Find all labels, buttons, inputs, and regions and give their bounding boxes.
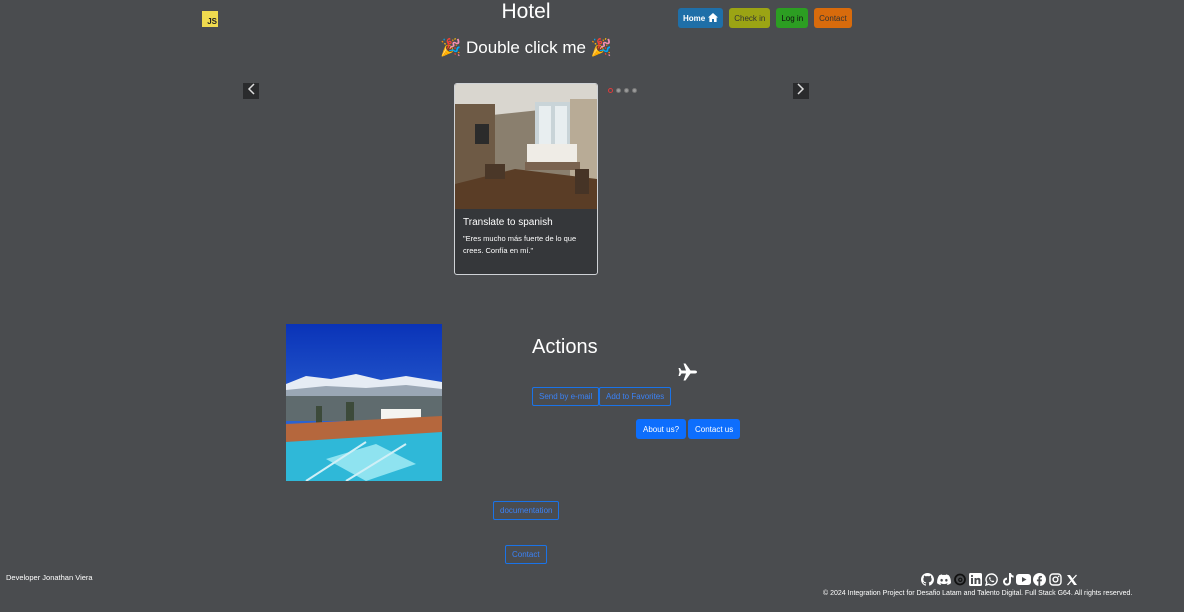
linkedin-icon[interactable] <box>968 572 983 587</box>
social-links <box>920 572 1079 587</box>
carousel-card: Translate to spanish "Eres mucho más fue… <box>454 83 598 275</box>
card-quote: "Eres mucho más fuerte de lo que crees. … <box>463 234 577 255</box>
log-in-button[interactable]: Log in <box>776 8 809 28</box>
facebook-icon[interactable] <box>1032 572 1047 587</box>
double-click-text[interactable]: 🎉 Double click me 🎉 <box>0 38 1052 58</box>
carousel-indicator[interactable] <box>608 88 613 93</box>
home-label: Home <box>683 13 706 23</box>
chevron-left-icon <box>247 82 255 100</box>
carousel-next-button[interactable] <box>793 83 809 99</box>
tiktok-icon[interactable] <box>1000 572 1015 587</box>
top-nav: Home Check in Log in Contact <box>678 8 852 28</box>
check-in-button[interactable]: Check in <box>729 8 771 28</box>
instagram-icon[interactable] <box>1048 572 1063 587</box>
carousel-indicator[interactable] <box>632 88 637 93</box>
chevron-right-icon <box>797 82 805 100</box>
copyright-text: © 2024 Integration Project for Desafio L… <box>823 590 1133 597</box>
about-us-button[interactable]: About us? <box>636 419 687 439</box>
carousel-indicators <box>608 88 637 93</box>
home-button[interactable]: Home <box>678 8 724 28</box>
github-icon[interactable] <box>920 572 935 587</box>
threads-icon[interactable] <box>952 572 967 587</box>
add-favorites-button[interactable]: Add to Favorites <box>599 387 672 406</box>
discord-icon[interactable] <box>936 572 951 587</box>
whatsapp-icon[interactable] <box>984 572 999 587</box>
documentation-link[interactable]: documentation <box>493 501 560 520</box>
carousel-prev-button[interactable] <box>243 83 259 99</box>
contact-nav-button[interactable]: Contact <box>814 8 852 28</box>
send-email-button[interactable]: Send by e-mail <box>532 387 600 406</box>
card-title: Translate to spanish <box>463 217 553 228</box>
house-icon <box>708 12 719 24</box>
contact-us-button[interactable]: Contact us <box>688 419 741 439</box>
youtube-icon[interactable] <box>1016 572 1031 587</box>
developer-credit: Developer Jonathan Viera <box>6 573 93 582</box>
hotel-room-image <box>455 84 597 209</box>
page-title: Hotel <box>501 0 551 23</box>
carousel-indicator[interactable] <box>624 88 629 93</box>
x-icon[interactable] <box>1064 572 1079 587</box>
airplane-icon <box>678 363 698 386</box>
actions-heading: Actions <box>532 336 598 358</box>
carousel-indicator[interactable] <box>616 88 621 93</box>
pool-image <box>286 324 442 481</box>
contact-link[interactable]: Contact <box>505 545 547 564</box>
